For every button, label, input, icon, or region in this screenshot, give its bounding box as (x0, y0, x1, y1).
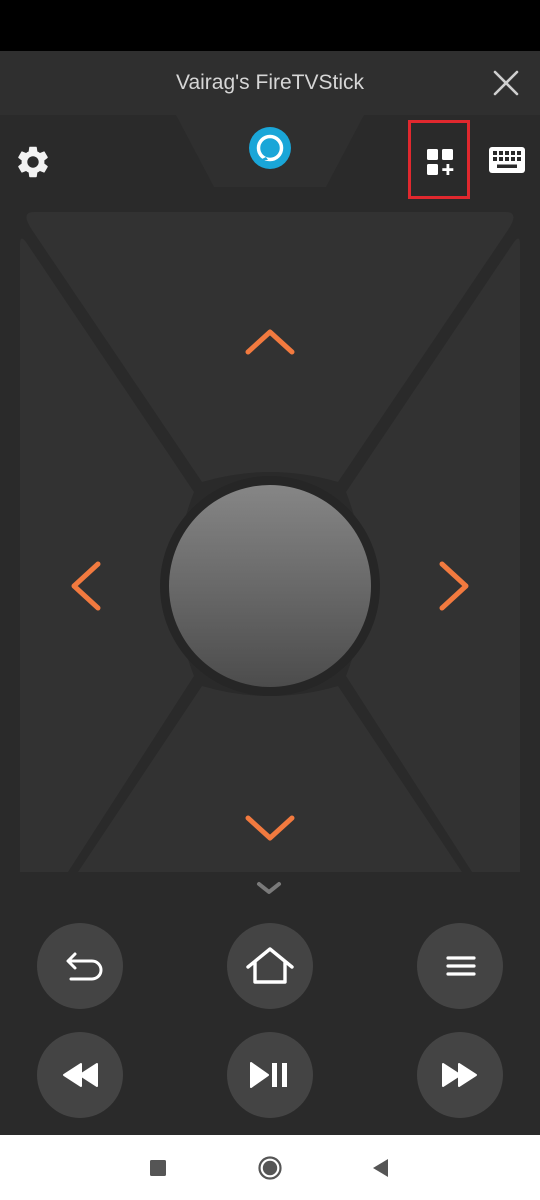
home-button[interactable] (227, 923, 313, 1009)
back-icon (66, 952, 103, 981)
recents-button[interactable] (145, 1155, 171, 1181)
play-pause-icon (250, 1062, 287, 1088)
fast-forward-button[interactable] (417, 1032, 503, 1118)
collapse-button[interactable] (254, 878, 284, 898)
back-triangle-icon (373, 1159, 388, 1177)
select-button[interactable] (169, 485, 371, 687)
recents-icon (150, 1160, 166, 1176)
fast-forward-icon (442, 1063, 477, 1087)
play-pause-button[interactable] (227, 1032, 313, 1118)
home-circle-icon (258, 1156, 282, 1180)
apps-button[interactable] (408, 120, 470, 199)
close-icon (493, 70, 519, 96)
close-button[interactable] (490, 67, 522, 99)
rewind-button[interactable] (37, 1032, 123, 1118)
gear-icon (18, 146, 48, 178)
alexa-button[interactable] (247, 125, 293, 171)
settings-button[interactable] (14, 143, 52, 181)
header: Vairag's FireTVStick (0, 51, 540, 115)
back-button[interactable] (37, 923, 123, 1009)
system-home-button[interactable] (257, 1155, 283, 1181)
device-title: Vairag's FireTVStick (176, 71, 364, 94)
system-back-button[interactable] (368, 1155, 394, 1181)
rewind-icon (63, 1063, 98, 1087)
menu-icon (446, 956, 476, 976)
keyboard-icon (489, 147, 525, 173)
home-icon (246, 947, 294, 984)
toolbar (0, 115, 540, 205)
menu-button[interactable] (417, 923, 503, 1009)
alexa-icon (249, 127, 291, 169)
status-bar (0, 0, 540, 51)
system-nav-bar (0, 1135, 540, 1200)
apps-add-icon (427, 149, 454, 175)
dpad (20, 212, 520, 872)
chevron-down-small-icon (257, 882, 281, 894)
keyboard-button[interactable] (488, 146, 526, 174)
